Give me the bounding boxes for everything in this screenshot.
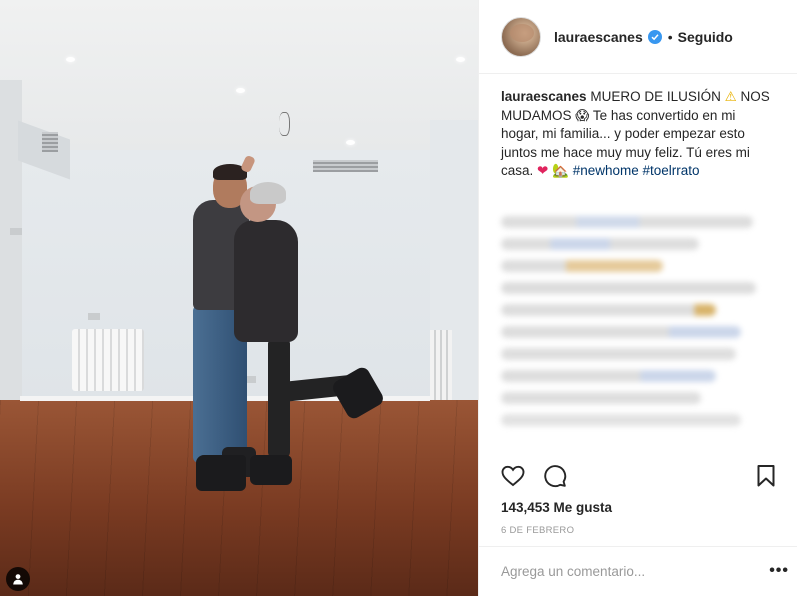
ceiling-light [456, 57, 465, 62]
wall-socket [10, 228, 22, 235]
follow-status-button[interactable]: Seguido [678, 29, 733, 45]
post-date[interactable]: 6 DE FEBRERO [501, 525, 574, 536]
blurred-comment [501, 304, 716, 316]
heart-icon[interactable] [501, 464, 525, 493]
more-options-button[interactable]: ••• [769, 562, 789, 580]
header-separator: • [667, 28, 673, 45]
hashtag-link[interactable]: #toelrrato [643, 163, 700, 178]
post-photo[interactable] [0, 0, 478, 596]
man-boot [196, 455, 246, 491]
blurred-comment [501, 326, 741, 338]
ceiling-light [66, 57, 75, 62]
divider [479, 546, 797, 547]
scream-emoji-icon: 😱 [575, 107, 590, 123]
caption-username[interactable]: lauraescanes [501, 89, 587, 104]
comment-icon[interactable] [543, 464, 567, 493]
header-username[interactable]: lauraescanes [554, 29, 643, 45]
instagram-post: lauraescanes • Seguido lauraescanes MUER… [0, 0, 797, 596]
radiator [430, 330, 452, 400]
photo-vent-left [42, 132, 58, 152]
blurred-comment [501, 392, 701, 404]
avatar[interactable] [501, 16, 541, 57]
blurred-comment [501, 216, 753, 228]
blurred-comment [501, 414, 741, 426]
user-tag-icon[interactable] [6, 567, 30, 591]
blurred-comment [501, 348, 736, 360]
blurred-comment [501, 282, 756, 294]
post-sidebar: lauraescanes • Seguido lauraescanes MUER… [478, 0, 797, 596]
heart-emoji-icon: ❤ [537, 163, 549, 178]
blurred-comment [501, 370, 716, 382]
hashtag-link[interactable]: #newhome [573, 163, 639, 178]
wall-socket [88, 313, 100, 320]
ceiling-light [346, 140, 355, 145]
radiator [72, 329, 144, 391]
house-emoji-icon: 🏡 [552, 163, 569, 178]
warning-emoji-icon: ⚠ [724, 89, 737, 104]
photo-ceiling [0, 0, 478, 150]
blurred-comment [501, 238, 699, 250]
woman-hair [250, 182, 286, 204]
photo-vent [313, 160, 378, 172]
likes-count[interactable]: 143,453 Me gusta [501, 500, 612, 515]
comments-list [501, 210, 773, 436]
woman-boot [250, 455, 292, 485]
ceiling-light [236, 88, 245, 93]
woman-leg [268, 338, 290, 458]
ceiling-wire [279, 112, 290, 136]
verified-badge-icon [647, 29, 662, 44]
blurred-comment [501, 260, 663, 272]
action-bar [501, 464, 776, 490]
post-caption: lauraescanes MUERO DE ILUSIÓN ⚠ NOS MUDA… [501, 88, 773, 181]
bookmark-icon[interactable] [756, 464, 776, 493]
woman-coat [234, 220, 298, 342]
post-header: lauraescanes • Seguido [479, 0, 797, 74]
caption-text: MUERO DE ILUSIÓN [590, 89, 721, 104]
comment-input[interactable]: Agrega un comentario... [501, 564, 645, 579]
